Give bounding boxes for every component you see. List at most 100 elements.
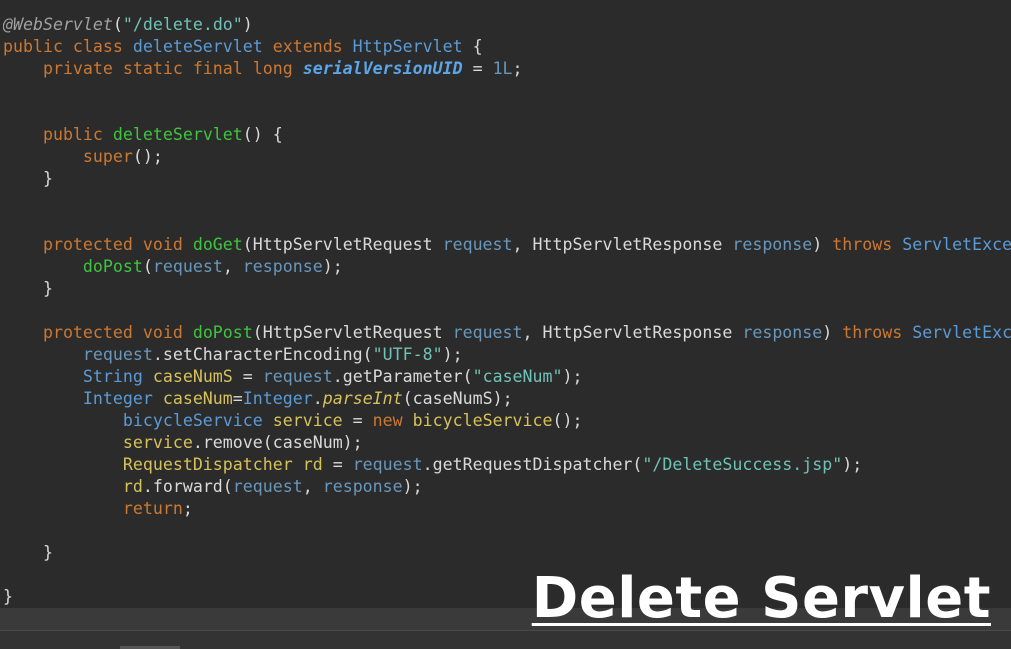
code-line[interactable]: protected void doPost(HttpServletRequest… [3, 322, 1011, 344]
code-token: request [352, 455, 423, 474]
code-line[interactable] [3, 80, 1011, 102]
code-line[interactable]: request.setCharacterEncoding("UTF-8"); [3, 344, 1011, 366]
code-token: "UTF-8" [372, 345, 443, 364]
code-token: public [3, 125, 113, 144]
code-token: request [432, 235, 513, 254]
code-token: parseInt [322, 389, 403, 408]
code-line[interactable]: super(); [3, 146, 1011, 168]
code-line[interactable]: rd.forward(request, response); [3, 476, 1011, 498]
code-area[interactable]: @WebServlet("/delete.do") public class de… [3, 14, 1011, 608]
code-token: ); [402, 477, 423, 496]
code-token: bicycleService [3, 411, 263, 430]
code-token: HttpServlet [352, 37, 463, 56]
code-token: = [232, 389, 243, 408]
code-token: extends [262, 37, 353, 56]
code-line[interactable]: String caseNumS = request.getParameter("… [3, 366, 1011, 388]
code-token: ); [322, 257, 343, 276]
code-token: .remove(caseNum); [192, 433, 363, 452]
code-token: response [722, 235, 813, 254]
code-line[interactable] [3, 300, 1011, 322]
code-token: doGet [192, 235, 243, 254]
code-token: serialVersionUID [302, 59, 463, 78]
code-line[interactable]: @WebServlet("/delete.do") [3, 14, 1011, 36]
code-line[interactable]: private static final long serialVersionU… [3, 58, 1011, 80]
code-token: RequestDispatcher [3, 455, 293, 474]
code-token: () { [242, 125, 283, 144]
code-token: rd [292, 455, 323, 474]
code-line[interactable] [3, 102, 1011, 124]
code-token: } [3, 587, 13, 606]
code-token: } [3, 169, 53, 188]
code-line[interactable] [3, 212, 1011, 234]
code-token: bicycleService [412, 411, 553, 430]
code-token: 1L [492, 59, 513, 78]
code-line[interactable]: service.remove(caseNum); [3, 432, 1011, 454]
code-token: , [522, 323, 543, 342]
code-token: response [322, 477, 403, 496]
code-line[interactable]: } [3, 542, 1011, 564]
code-line[interactable] [3, 520, 1011, 542]
code-line[interactable]: } [3, 168, 1011, 190]
code-token: request [3, 345, 153, 364]
code-token: } [3, 279, 53, 298]
overlay-caption: Delete Servlet [531, 566, 991, 631]
code-line[interactable]: public class deleteServlet extends HttpS… [3, 36, 1011, 58]
code-token: (); [132, 147, 163, 166]
code-token: request [152, 257, 223, 276]
code-token: doPost [3, 257, 143, 276]
code-token: (caseNumS); [402, 389, 513, 408]
code-token: caseNum [152, 389, 233, 408]
code-editor[interactable]: @WebServlet("/delete.do") public class de… [0, 0, 1011, 649]
code-token: ) [822, 323, 843, 342]
code-token: ); [442, 345, 463, 364]
code-token: protected void [3, 323, 193, 342]
code-token: HttpServletResponse [532, 235, 723, 254]
code-token: ( [242, 235, 253, 254]
code-line[interactable]: protected void doGet(HttpServletRequest … [3, 234, 1011, 256]
code-token: doPost [192, 323, 253, 342]
code-token: HttpServletResponse [542, 323, 733, 342]
code-token: ServletExce [912, 323, 1011, 342]
code-token: response [732, 323, 823, 342]
code-token: { [462, 37, 483, 56]
code-token: rd [3, 477, 143, 496]
code-token: ServletExce [902, 235, 1011, 254]
code-line[interactable]: return; [3, 498, 1011, 520]
code-token: HttpServletRequest [252, 235, 433, 254]
code-token: . [312, 389, 323, 408]
code-token: , [222, 257, 243, 276]
code-line[interactable]: public deleteServlet() { [3, 124, 1011, 146]
code-token: "/DeleteSuccess.jsp" [642, 455, 843, 474]
code-token: service [262, 411, 343, 430]
code-line[interactable]: } [3, 278, 1011, 300]
code-token: super [3, 147, 133, 166]
code-token: ( [252, 323, 263, 342]
code-token: ); [562, 367, 583, 386]
code-token: ( [142, 257, 153, 276]
code-token: ) [812, 235, 833, 254]
code-token: @WebServlet [3, 15, 113, 34]
code-token: , [302, 477, 323, 496]
code-token: request [232, 477, 303, 496]
code-token: String [3, 367, 143, 386]
code-token: request [442, 323, 523, 342]
code-token: ); [842, 455, 863, 474]
code-token: private static final long [3, 59, 303, 78]
code-line[interactable]: Integer caseNum=Integer.parseInt(caseNum… [3, 388, 1011, 410]
code-token: "/delete.do" [122, 15, 243, 34]
code-line[interactable] [3, 190, 1011, 212]
code-token: .forward( [142, 477, 233, 496]
code-token: HttpServletRequest [262, 323, 443, 342]
code-token: ; [512, 59, 523, 78]
code-token: deleteServlet [112, 125, 243, 144]
code-token: Integer [242, 389, 313, 408]
code-line[interactable]: doPost(request, response); [3, 256, 1011, 278]
code-token: request [262, 367, 333, 386]
code-token: Integer [3, 389, 153, 408]
code-line[interactable]: bicycleService service = new bicycleServ… [3, 410, 1011, 432]
code-token: ) [242, 15, 253, 34]
code-token: .setCharacterEncoding( [152, 345, 373, 364]
code-token: caseNumS [142, 367, 233, 386]
code-line[interactable]: RequestDispatcher rd = request.getReques… [3, 454, 1011, 476]
code-token: "caseNum" [472, 367, 563, 386]
